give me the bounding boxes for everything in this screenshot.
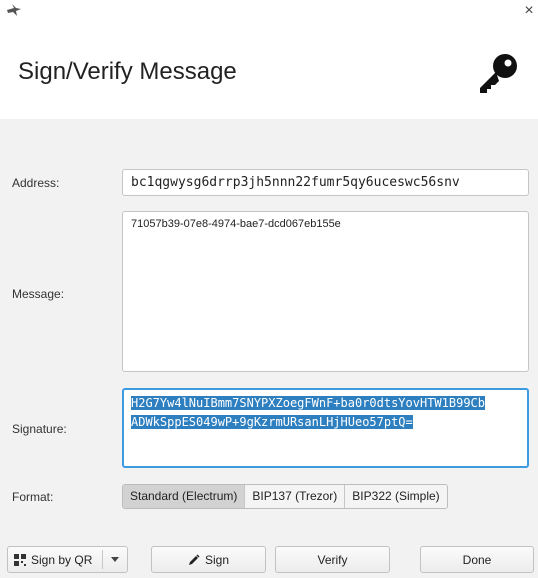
address-field[interactable]: bc1qgwysg6drrp3jh5nnn22fumr5qy6uceswc56s… [122, 169, 529, 196]
format-bip137-trezor-button[interactable]: BIP137 (Trezor) [245, 485, 346, 508]
format-bip322-simple-button[interactable]: BIP322 (Simple) [345, 485, 447, 508]
address-label: Address: [12, 176, 60, 190]
message-label: Message: [12, 287, 65, 301]
message-field[interactable]: 71057b39-07e8-4974-bae7-dcd067eb155e [122, 211, 529, 372]
signature-field[interactable]: H2G7Yw4lNuIBmm7SNYPXZoegFWnF+ba0r0dtsYov… [122, 388, 529, 468]
sign-by-qr-label: Sign by QR [31, 552, 93, 567]
dialog-title: Sign/Verify Message [18, 58, 237, 85]
qr-code-icon [14, 553, 26, 566]
dialog-header: × Sign/Verify Message [0, 0, 538, 119]
signature-text-line: ADWkSppES049wP+9gKzrmURsanLHjHUeo57ptQ= [131, 415, 413, 429]
pen-icon [188, 553, 200, 565]
format-label: Format: [12, 490, 54, 504]
split-divider [102, 550, 103, 569]
sign-by-qr-button[interactable]: Sign by QR [7, 546, 128, 573]
close-icon[interactable]: × [521, 3, 537, 19]
signature-label: Signature: [12, 422, 67, 436]
key-icon [480, 54, 517, 93]
verify-label: Verify [317, 552, 348, 567]
chevron-down-icon[interactable] [111, 557, 119, 562]
signature-text-line: H2G7Yw4lNuIBmm7SNYPXZoegFWnF+ba0r0dtsYov… [131, 396, 486, 410]
format-segmented-control: Standard (Electrum) BIP137 (Trezor) BIP3… [122, 484, 448, 509]
done-label: Done [462, 552, 492, 567]
verify-button[interactable]: Verify [275, 546, 390, 573]
format-standard-electrum-button[interactable]: Standard (Electrum) [123, 485, 246, 508]
done-button[interactable]: Done [420, 546, 534, 573]
sign-button[interactable]: Sign [151, 546, 266, 573]
sparrow-bird-icon [7, 4, 21, 16]
sign-label: Sign [204, 552, 230, 567]
